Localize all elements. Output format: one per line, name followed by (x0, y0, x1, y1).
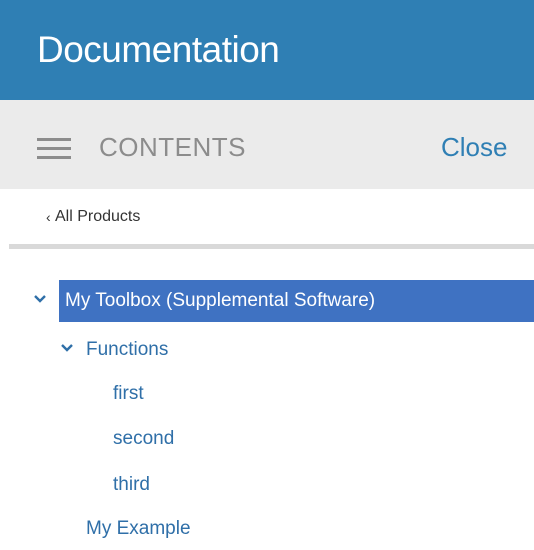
tree-item-my-toolbox[interactable]: My Toolbox (Supplemental Software) (59, 280, 534, 322)
tree-item-label: third (113, 474, 150, 495)
contents-label: CONTENTS (99, 132, 246, 162)
tree-item-first[interactable]: first (113, 373, 144, 415)
tree-item-label: My Toolbox (Supplemental Software) (65, 290, 376, 311)
tree-item-label: second (113, 428, 175, 449)
hamburger-icon[interactable] (37, 137, 71, 161)
divider (9, 244, 534, 249)
docs-title: Documentation (37, 29, 280, 70)
close-button[interactable]: Close (441, 130, 507, 164)
tree-item-label: Functions (86, 339, 169, 360)
tree-item-second[interactable]: second (113, 418, 174, 460)
tree-item-label: first (113, 383, 144, 404)
all-products-link[interactable]: ‹ All Products (46, 205, 140, 229)
tree-item-third[interactable]: third (113, 464, 150, 506)
chevron-left-icon: ‹ (46, 209, 51, 225)
tree-item-label: My Example (86, 518, 191, 539)
docs-header: Documentation (0, 0, 534, 100)
all-products-label: All Products (55, 208, 141, 225)
tree-item-my-example[interactable]: My Example (86, 508, 191, 550)
tree-item-functions[interactable]: Functions (86, 329, 168, 371)
chevron-down-icon[interactable] (33, 292, 47, 304)
chevron-down-icon[interactable] (60, 341, 74, 353)
